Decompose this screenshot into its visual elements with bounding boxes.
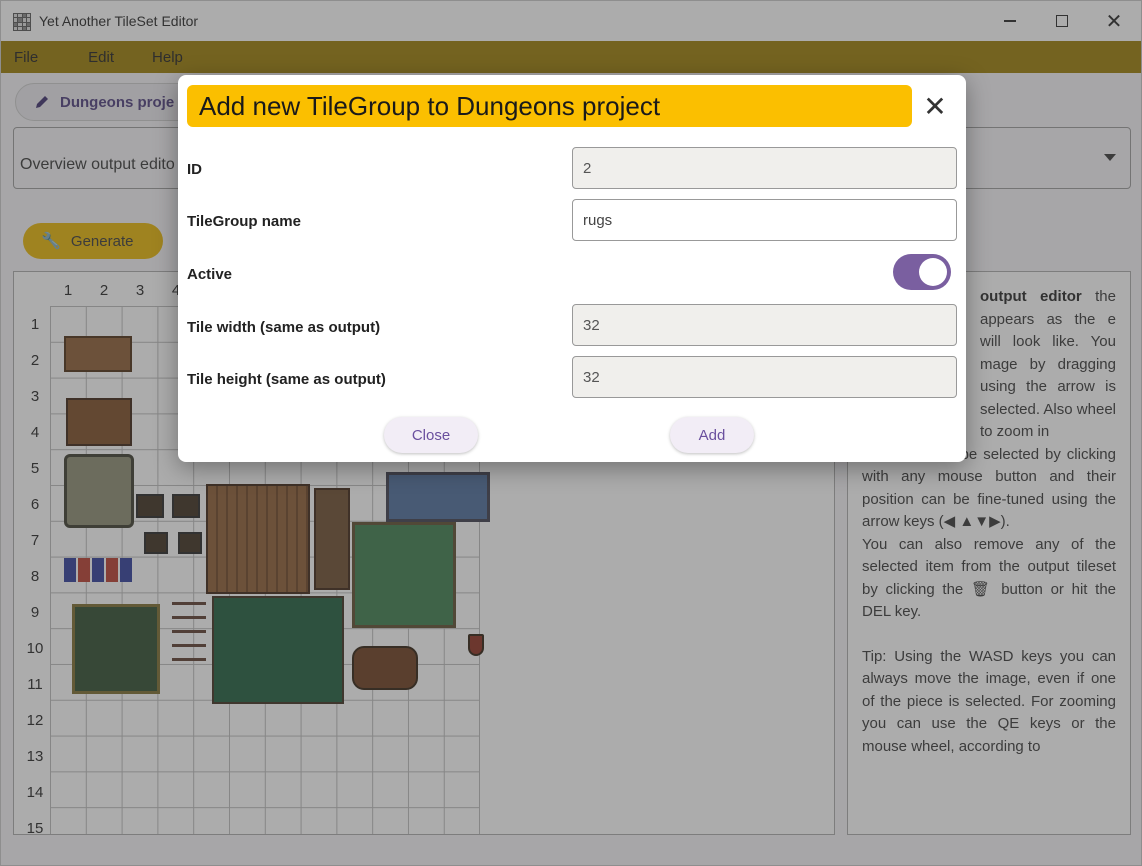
dialog-close-icon[interactable]: ✕ — [920, 91, 950, 122]
add-button[interactable]: Add — [670, 417, 754, 453]
tile-height-label: Tile height (same as output) — [187, 371, 386, 388]
tile-width-label: Tile width (same as output) — [187, 319, 381, 336]
id-label: ID — [187, 161, 202, 178]
active-label: Active — [187, 266, 233, 283]
active-toggle[interactable] — [893, 254, 951, 290]
tile-height-field: 32 — [572, 356, 957, 398]
tilegroup-name-input[interactable]: rugs — [572, 199, 957, 241]
tilegroup-name-label: TileGroup name — [187, 213, 301, 230]
toggle-knob — [919, 258, 947, 286]
tile-width-field: 32 — [572, 304, 957, 346]
dialog-title: Add new TileGroup to Dungeons project — [187, 85, 912, 127]
id-field: 2 — [572, 147, 957, 189]
close-button[interactable]: Close — [384, 417, 478, 453]
add-tilegroup-dialog: Add new TileGroup to Dungeons project ✕ … — [178, 75, 966, 462]
